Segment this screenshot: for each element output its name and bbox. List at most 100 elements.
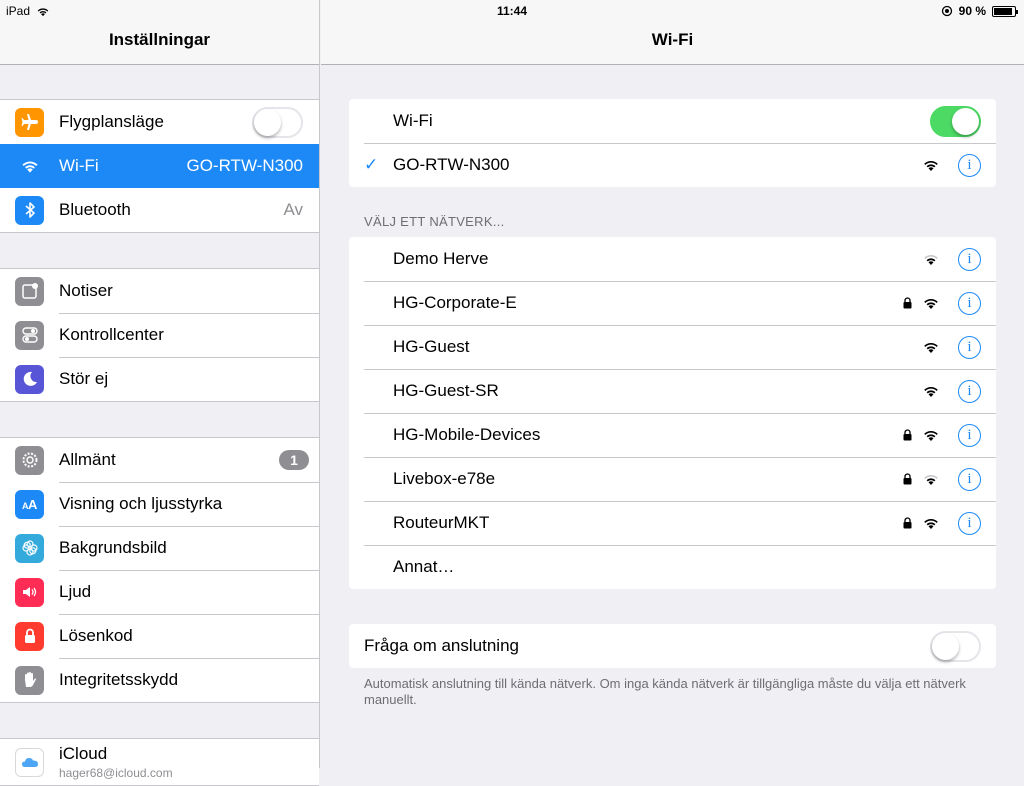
sidebar-item-label: Ljud <box>59 582 92 601</box>
network-row[interactable]: HG-Corporate-E i <box>349 281 996 325</box>
wifi-signal-icon <box>924 160 938 171</box>
info-icon[interactable]: i <box>958 335 981 359</box>
connected-network-name: GO-RTW-N300 <box>393 155 510 174</box>
control-center-icon <box>15 320 44 350</box>
wifi-signal-icon <box>924 298 938 309</box>
network-name: HG-Corporate-E <box>393 293 517 312</box>
sidebar-item-bluetooth[interactable]: Bluetooth Av <box>0 188 319 232</box>
sidebar-item-label: Flygplansläge <box>59 112 164 131</box>
network-list: Demo Herve i HG-Corporate-E i HG-Guest i HG-Gu… <box>349 237 996 589</box>
airplane-mode-toggle[interactable] <box>252 106 303 138</box>
sidebar-item-value: GO-RTW-N300 <box>186 156 303 175</box>
sidebar-item-wallpaper[interactable]: Bakgrundsbild <box>0 526 319 570</box>
choose-network-header: VÄLJ ETT NÄTVERK... <box>364 214 505 229</box>
ask-to-join-row: Fråga om anslutning <box>349 624 996 668</box>
ask-to-join-label: Fråga om anslutning <box>364 636 519 655</box>
sidebar-item-label: Stör ej <box>59 369 109 388</box>
cloud-icon <box>15 747 44 777</box>
lock-icon <box>903 297 912 309</box>
wifi-toggle-row: Wi-Fi <box>349 99 996 143</box>
update-badge: 1 <box>279 450 309 470</box>
status-time: 11:44 <box>496 4 528 18</box>
notifications-icon <box>15 276 44 306</box>
sidebar-item-privacy[interactable]: Integritetsskydd <box>0 658 319 702</box>
checkmark-icon: ✓ <box>364 155 379 174</box>
wallpaper-icon <box>15 533 44 563</box>
wifi-signal-icon <box>924 430 938 441</box>
sidebar-item-notifications[interactable]: Notiser <box>0 269 319 313</box>
wifi-toggle-card: Wi-Fi ✓ GO-RTW-N300 i <box>349 99 996 187</box>
sidebar-item-wifi[interactable]: Wi-Fi GO-RTW-N300 <box>0 144 319 188</box>
display-icon: AA <box>15 489 44 519</box>
lock-icon <box>15 621 44 651</box>
wifi-icon <box>15 151 44 181</box>
other-network-label: Annat… <box>393 557 455 576</box>
sidebar-item-label: Bluetooth <box>59 200 131 219</box>
battery-percentage: 90 % <box>958 4 986 18</box>
network-row[interactable]: Demo Herve i <box>349 237 996 281</box>
info-icon[interactable]: i <box>958 379 981 403</box>
ask-to-join-card: Fråga om anslutning <box>349 624 996 668</box>
sidebar-item-label: Notiser <box>59 281 113 300</box>
status-bar: iPad 11:44 90 % <box>0 0 1024 22</box>
info-icon[interactable]: i <box>958 291 981 315</box>
lock-icon <box>903 473 912 485</box>
wifi-signal-icon <box>924 474 938 485</box>
network-row[interactable]: HG-Guest-SR i <box>349 369 996 413</box>
sidebar-item-label: Wi-Fi <box>59 156 99 175</box>
battery-icon <box>992 5 1018 17</box>
sidebar-item-general[interactable]: Allmänt 1 <box>0 438 319 482</box>
moon-icon <box>15 364 44 394</box>
settings-sidebar: Inställningar Flygplansläge Wi-Fi GO-RTW… <box>0 0 320 786</box>
network-name: HG-Guest-SR <box>393 381 499 400</box>
sidebar-item-label: Integritetsskydd <box>59 670 179 689</box>
ask-to-join-footnote: Automatisk anslutning till kända nätverk… <box>364 676 966 707</box>
sidebar-item-label: Lösenkod <box>59 626 133 645</box>
wifi-signal-icon <box>924 342 938 353</box>
icloud-label: iCloud <box>59 744 108 763</box>
sidebar-item-do-not-disturb[interactable]: Stör ej <box>0 357 319 401</box>
icloud-email: hager68@icloud.com <box>59 766 173 780</box>
orientation-lock-icon <box>941 5 952 17</box>
network-name: HG-Mobile-Devices <box>393 425 541 444</box>
info-icon[interactable]: i <box>958 423 981 447</box>
speaker-icon <box>15 577 44 607</box>
gear-icon <box>15 445 44 475</box>
sidebar-group-connectivity: Flygplansläge Wi-Fi GO-RTW-N300 Bluetoot… <box>0 99 319 233</box>
info-icon[interactable]: i <box>958 467 981 491</box>
network-row[interactable]: HG-Guest i <box>349 325 996 369</box>
network-row[interactable]: RouteurMKT i <box>349 501 996 545</box>
sidebar-item-sounds[interactable]: Ljud <box>0 570 319 614</box>
wifi-toggle[interactable] <box>930 105 981 137</box>
connected-network-row[interactable]: ✓ GO-RTW-N300 i <box>349 143 996 187</box>
wifi-signal-icon <box>924 518 938 529</box>
wifi-signal-icon <box>924 254 938 265</box>
sidebar-item-passcode[interactable]: Lösenkod <box>0 614 319 658</box>
network-name: Livebox-e78e <box>393 469 496 488</box>
lock-icon <box>903 429 912 441</box>
network-row[interactable]: Livebox-e78e i <box>349 457 996 501</box>
info-icon[interactable]: i <box>958 511 981 535</box>
wifi-signal-icon <box>924 386 938 397</box>
wifi-detail-pane: Wi-Fi Wi-Fi ✓ GO-RTW-N300 i VÄLJ ETT NÄT… <box>321 0 1024 768</box>
other-network-row[interactable]: Annat… <box>349 545 996 589</box>
sidebar-item-icloud[interactable]: iCloud hager68@icloud.com <box>0 739 319 785</box>
sidebar-group-notifications: Notiser Kontrollcenter Stör ej <box>0 268 319 402</box>
network-row[interactable]: HG-Mobile-Devices i <box>349 413 996 457</box>
wifi-label: Wi-Fi <box>393 111 433 130</box>
sidebar-item-label: Allmänt <box>59 450 116 469</box>
network-name: HG-Guest <box>393 337 470 356</box>
sidebar-item-display-brightness[interactable]: AA Visning och ljusstyrka <box>0 482 319 526</box>
ask-to-join-toggle[interactable] <box>930 630 981 662</box>
network-name: Demo Herve <box>393 249 489 268</box>
sidebar-group-accounts: iCloud hager68@icloud.com <box>0 738 319 786</box>
lock-icon <box>903 517 912 529</box>
sidebar-group-general: Allmänt 1 AA Visning och ljusstyrka Bakg… <box>0 437 319 703</box>
hand-icon <box>15 665 44 695</box>
sidebar-item-label: Visning och ljusstyrka <box>59 494 223 513</box>
info-icon[interactable]: i <box>958 153 981 177</box>
bluetooth-icon <box>15 195 44 225</box>
sidebar-item-airplane-mode[interactable]: Flygplansläge <box>0 100 319 144</box>
info-icon[interactable]: i <box>958 247 981 271</box>
sidebar-item-control-center[interactable]: Kontrollcenter <box>0 313 319 357</box>
